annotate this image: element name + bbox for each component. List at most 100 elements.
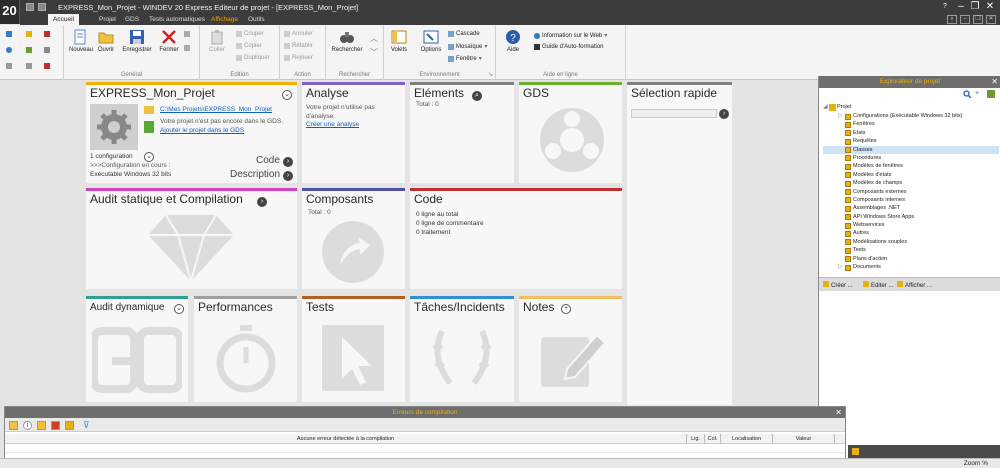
- replay-button[interactable]: Rejouer: [284, 55, 313, 61]
- audit-statique-arrow-icon[interactable]: ›: [257, 197, 267, 207]
- elements-search-icon[interactable]: ⌕: [472, 91, 482, 101]
- explorer-close-icon[interactable]: ✕: [991, 76, 998, 88]
- tree-item[interactable]: Fenêtres: [823, 120, 999, 128]
- tree-item[interactable]: Composants internes: [823, 196, 999, 204]
- col-localisation[interactable]: Localisation: [721, 434, 773, 444]
- tile-composants[interactable]: Composants Total : 0: [302, 188, 405, 289]
- search-button[interactable]: Rechercher: [330, 29, 364, 53]
- tile-elements[interactable]: Eléments ⌕ Total : 0: [410, 82, 514, 183]
- tree-item[interactable]: Requêtes: [823, 137, 999, 145]
- tree-item[interactable]: Autres: [823, 229, 999, 237]
- tree-item[interactable]: Classes: [823, 145, 999, 154]
- chevron-up-icon[interactable]: ︿: [370, 33, 378, 44]
- help-icon[interactable]: ?: [938, 1, 952, 13]
- undo-button[interactable]: Annuler: [284, 31, 313, 37]
- edit-button[interactable]: Editer ...: [863, 281, 893, 289]
- tile-taches[interactable]: Tâches/Incidents: [410, 296, 514, 402]
- gds-add-link[interactable]: Ajouter le projet dans le GDS: [160, 127, 244, 136]
- tile-projet-chevron-icon[interactable]: ⌄: [282, 90, 292, 100]
- tree-item[interactable]: Modèles d'états: [823, 171, 999, 179]
- tile-notes[interactable]: Notes +: [519, 296, 622, 402]
- web-info-button[interactable]: Information sur le Web ▾: [534, 32, 607, 39]
- open-button[interactable]: Ouvrir: [96, 29, 116, 53]
- tab-tests-automatiques[interactable]: Tests automatiques: [144, 14, 210, 25]
- tile-button[interactable]: Mosaïque ▾: [448, 43, 487, 50]
- col-col[interactable]: Col.: [705, 434, 721, 444]
- tree-root[interactable]: ◢ Projet: [823, 103, 999, 112]
- minimize-button[interactable]: –: [954, 1, 968, 13]
- tile-performances[interactable]: Performances: [194, 296, 297, 402]
- print-icon[interactable]: [184, 31, 190, 37]
- add-note-icon[interactable]: +: [561, 304, 571, 314]
- odd-filter-icon[interactable]: [65, 421, 74, 430]
- quick-selection-go-icon[interactable]: ›: [719, 109, 729, 119]
- description-link[interactable]: Description: [230, 169, 280, 180]
- funnel-icon[interactable]: ⊽: [83, 420, 90, 431]
- panel-minimize-button[interactable]: –: [960, 15, 970, 24]
- duplicate-button[interactable]: Dupliquer: [236, 55, 270, 61]
- tile-audit-statique[interactable]: Audit statique et Compilation ›: [86, 188, 297, 289]
- errors-close-icon[interactable]: ✕: [835, 407, 842, 418]
- open-small-icon[interactable]: [26, 31, 32, 37]
- tools-small-icon[interactable]: [44, 31, 50, 37]
- tile-tests[interactable]: Tests: [302, 296, 405, 402]
- display-button[interactable]: Afficher ...: [897, 281, 932, 289]
- tree-item[interactable]: Modèles de fenêtres: [823, 162, 999, 170]
- config-chevron-icon[interactable]: ⌄: [144, 152, 154, 162]
- audit-dynamique-chevron-icon[interactable]: ⌄: [174, 304, 184, 314]
- tile-audit-dynamique[interactable]: Audit dynamique ⌄: [86, 296, 188, 402]
- tree-item[interactable]: Modèles de champs: [823, 179, 999, 187]
- window-button[interactable]: Fenêtre ▾: [448, 55, 482, 62]
- code-link[interactable]: Code: [256, 155, 280, 166]
- new-small-icon[interactable]: [6, 31, 12, 37]
- explorer-search-icon[interactable]: [963, 90, 971, 98]
- tree-item[interactable]: Tests: [823, 246, 999, 254]
- copy-button[interactable]: Copier: [236, 43, 262, 49]
- tile-code[interactable]: Code 0 ligne au total 0 ligne de comment…: [410, 188, 622, 289]
- restore-button[interactable]: ❐: [968, 1, 982, 13]
- tree-item[interactable]: Etats: [823, 129, 999, 137]
- redo-button[interactable]: Rétablir: [284, 43, 313, 49]
- create-analysis-link[interactable]: Créer une analyse: [306, 121, 359, 130]
- dock-icon[interactable]: [852, 448, 859, 455]
- tree-item[interactable]: Assemblages .NET: [823, 204, 999, 212]
- code-arrow-icon[interactable]: ›: [283, 157, 293, 167]
- tree-item[interactable]: Procédures: [823, 154, 999, 162]
- tree-item[interactable]: ▷ Configurations (Exécutable Windows 32 b…: [823, 112, 999, 120]
- settings-small-icon[interactable]: [44, 47, 50, 53]
- tree-item[interactable]: ▷ Documents: [823, 263, 999, 271]
- description-arrow-icon[interactable]: ›: [283, 171, 293, 181]
- undo-icon[interactable]: [38, 3, 46, 11]
- tree-item[interactable]: Modélisations souples: [823, 238, 999, 246]
- stop-icon[interactable]: [44, 63, 50, 69]
- compile-icon[interactable]: [26, 47, 32, 53]
- tree-item[interactable]: API Windows Store Apps: [823, 213, 999, 221]
- tile-analyse[interactable]: Analyse Votre projet n'utilise pas d'ana…: [302, 82, 405, 183]
- guide-button[interactable]: Guide d'Auto-formation: [534, 44, 604, 50]
- tree-item[interactable]: Composants externes: [823, 188, 999, 196]
- info-filter-icon[interactable]: i: [23, 421, 32, 430]
- close-project-button[interactable]: Fermer: [158, 29, 180, 53]
- col-lig[interactable]: Lig.: [687, 434, 705, 444]
- explorer-sync-icon[interactable]: [987, 90, 995, 98]
- tree-item[interactable]: Plans d'action: [823, 255, 999, 263]
- cut-button[interactable]: Couper: [236, 31, 264, 37]
- close-button[interactable]: ✕: [983, 1, 997, 13]
- search-icon[interactable]: ⌕: [947, 15, 957, 24]
- refresh-icon[interactable]: [6, 47, 12, 53]
- create-button[interactable]: Créer ...: [823, 281, 853, 289]
- nav-back-icon[interactable]: [6, 63, 12, 69]
- new-button[interactable]: Nouveau: [69, 29, 93, 53]
- paste-button[interactable]: Coller: [206, 29, 228, 53]
- panel-close-button[interactable]: ✕: [986, 15, 996, 24]
- project-path-link[interactable]: C:\Mes Projets\EXPRESS_Mon_Projet: [160, 106, 272, 115]
- options-button[interactable]: Options: [418, 29, 444, 53]
- tab-outils[interactable]: Outils: [243, 14, 270, 25]
- save-icon[interactable]: [26, 3, 34, 11]
- tab-affichage[interactable]: Affichage: [206, 14, 243, 25]
- save-button[interactable]: Enregistrer: [120, 29, 154, 53]
- col-valeur[interactable]: Valeur: [773, 434, 835, 444]
- col-message[interactable]: Aucune erreur détectée à la compilation: [5, 434, 687, 444]
- tree-root-expand-icon[interactable]: ◢: [823, 103, 828, 112]
- explorer-expand-icon[interactable]: +: [975, 90, 983, 98]
